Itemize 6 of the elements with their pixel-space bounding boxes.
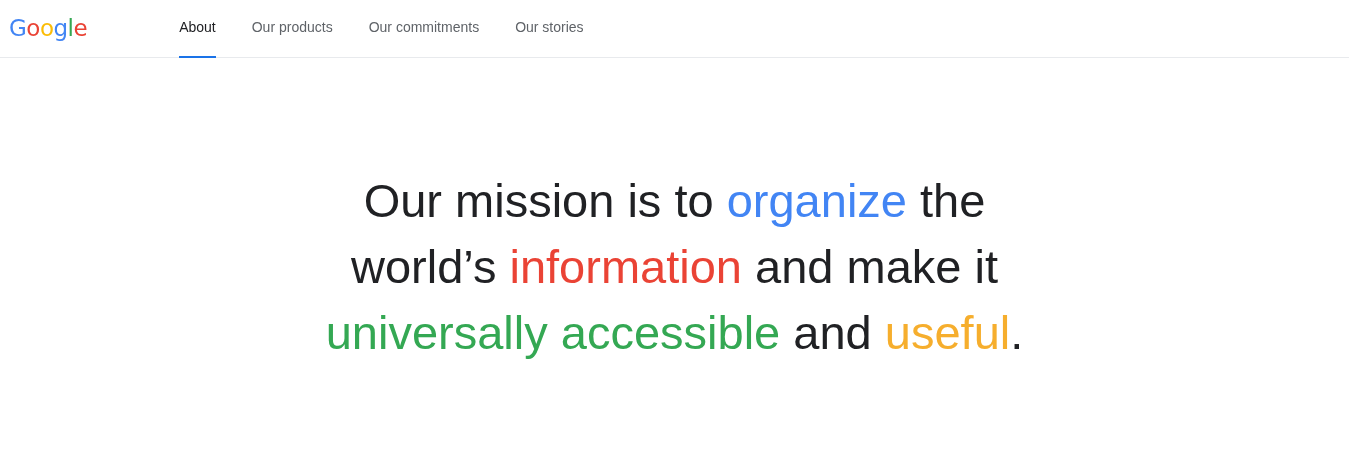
- nav-tab[interactable]: About: [179, 0, 216, 58]
- logo[interactable]: Google: [9, 17, 88, 40]
- mission-statement: Our mission is to organize the world’s information and make it universally accessible and useful.: [324, 173, 1025, 361]
- nav-tab[interactable]: Our stories: [515, 0, 584, 58]
- nav-tab[interactable]: Our products: [251, 0, 333, 58]
- nav-tab[interactable]: Our commitments: [368, 0, 480, 58]
